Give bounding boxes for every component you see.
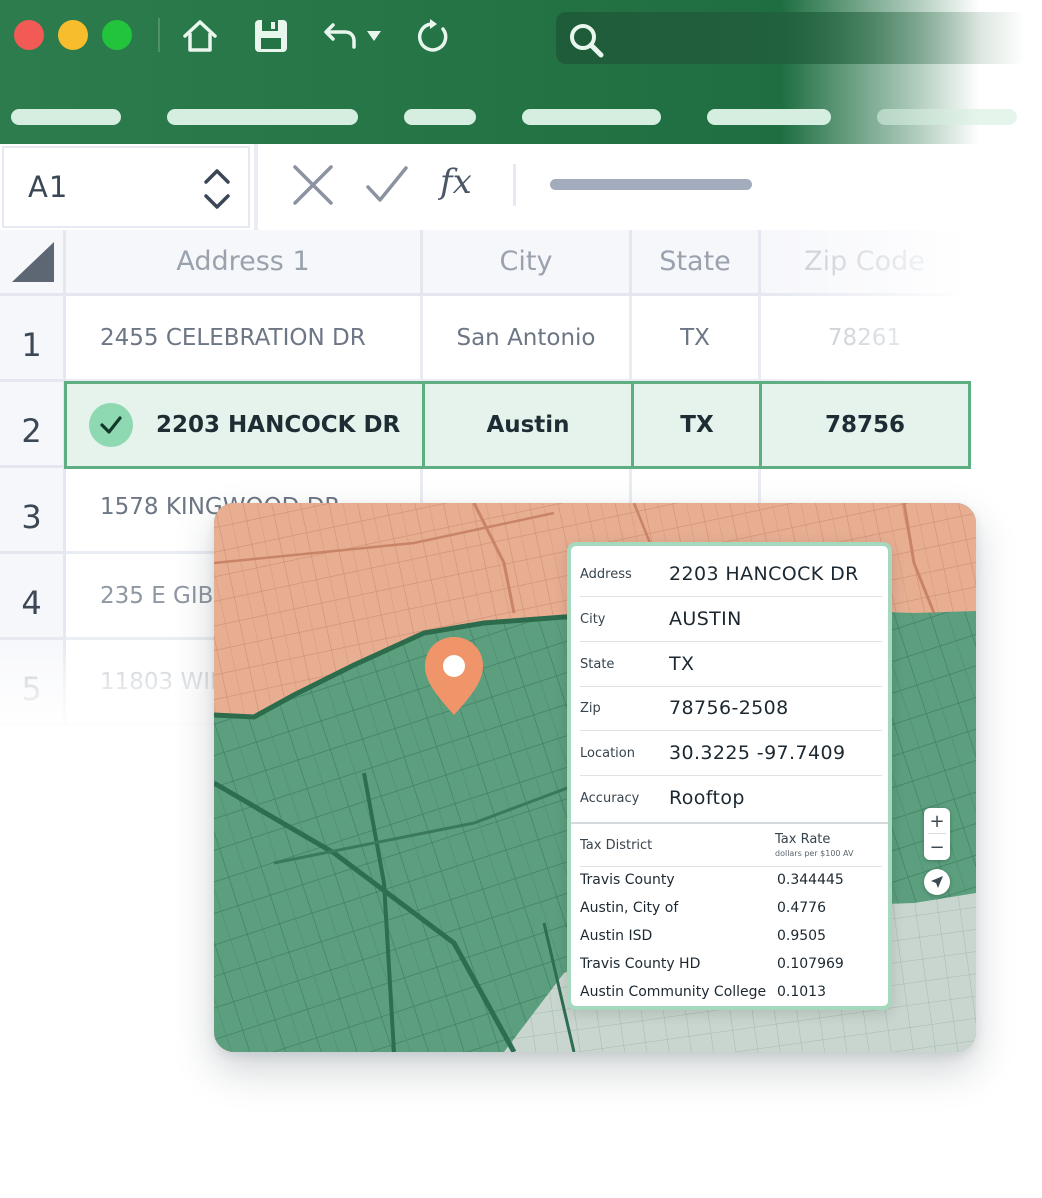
column-header-address[interactable]: Address 1 [66, 230, 423, 296]
search-box[interactable] [556, 12, 1026, 64]
table-cell[interactable]: 2203 HANCOCK DR [156, 384, 416, 466]
info-label: City [580, 611, 606, 627]
home-icon[interactable] [180, 14, 220, 58]
tax-district: Travis County [580, 872, 675, 888]
tax-row: Austin, City of 0.4776 [580, 894, 882, 922]
info-row-address: Address 2203 HANCOCK DR [580, 552, 882, 597]
info-label: Accuracy [580, 790, 640, 806]
formula-bar-divider [513, 164, 516, 206]
refresh-icon[interactable] [412, 14, 454, 58]
tax-table-header: Tax District Tax Rate dollars per $100 A… [580, 828, 882, 867]
tax-rate: 0.9505 [777, 928, 826, 944]
table-cell[interactable]: Austin [425, 384, 631, 466]
info-label: Zip [580, 700, 601, 716]
info-value: 30.3225 -97.7409 [669, 742, 846, 764]
row-header[interactable]: 4 [0, 554, 66, 640]
function-icon[interactable]: fx [440, 162, 472, 202]
info-label: State [580, 656, 615, 672]
info-label: Address [580, 566, 632, 582]
ribbon-tab[interactable] [404, 109, 476, 125]
tax-rate: 0.4776 [777, 900, 826, 916]
tax-district-header: Tax District [580, 838, 653, 853]
tax-rate: 0.107969 [777, 956, 844, 972]
tax-district: Austin, City of [580, 900, 679, 916]
selected-row[interactable]: 2203 HANCOCK DR Austin TX 78756 [64, 381, 971, 469]
row-header[interactable]: 1 [0, 296, 66, 382]
column-header-city[interactable]: City [423, 230, 632, 296]
tax-district: Austin Community College [580, 984, 767, 1000]
info-value: 2203 HANCOCK DR [669, 563, 859, 585]
tax-row: Austin Community College 0.1013 [580, 978, 882, 1006]
formula-bar-divider [254, 144, 258, 230]
up-down-chevron-icon[interactable] [200, 162, 234, 216]
zoom-control: + − [924, 808, 950, 860]
row-header[interactable]: 2 [0, 382, 66, 468]
name-box[interactable]: A1 [2, 146, 250, 228]
cell-reference: A1 [28, 170, 69, 204]
check-icon [89, 403, 133, 447]
row-header[interactable]: 5 [0, 640, 66, 726]
info-row-city: City AUSTIN [580, 597, 882, 642]
search-icon [570, 24, 604, 58]
tax-district: Travis County HD [580, 956, 701, 972]
ribbon-tab[interactable] [167, 109, 358, 125]
tax-rate-unit: dollars per $100 AV [775, 849, 854, 858]
cancel-icon[interactable] [290, 162, 336, 208]
window-close-button[interactable] [14, 20, 44, 50]
info-value: AUSTIN [669, 608, 742, 630]
table-cell[interactable]: TX [632, 296, 761, 382]
chevron-down-icon[interactable] [364, 14, 384, 58]
tax-rate: 0.1013 [777, 984, 826, 1000]
tax-district: Austin ISD [580, 928, 653, 944]
info-value: 78756-2508 [669, 697, 789, 719]
select-all-corner[interactable] [0, 230, 66, 296]
info-label: Location [580, 745, 635, 761]
formula-bar: A1 fx [0, 144, 1042, 230]
tax-row: Travis County HD 0.107969 [580, 950, 882, 978]
tax-rate-header: Tax Rate [775, 832, 831, 847]
column-header-state[interactable]: State [632, 230, 761, 296]
info-row-location: Location 30.3225 -97.7409 [580, 731, 882, 776]
info-value: TX [669, 653, 695, 675]
confirm-check-icon[interactable] [364, 162, 410, 208]
table-cell[interactable]: 78261 [761, 296, 971, 382]
formula-input[interactable] [550, 179, 752, 190]
navigation-arrow-icon [931, 876, 943, 888]
ribbon-tab[interactable] [522, 109, 661, 125]
tax-row: Travis County 0.344445 [580, 866, 882, 894]
panel-divider [571, 822, 888, 824]
info-value: Rooftop [669, 787, 745, 809]
ribbon-tab[interactable] [707, 109, 831, 125]
address-info-panel: Address 2203 HANCOCK DR City AUSTIN Stat… [567, 542, 892, 1010]
ribbon-tab[interactable] [877, 109, 1017, 125]
column-header-zip[interactable]: Zip Code [761, 230, 971, 296]
zoom-out-button[interactable]: − [924, 834, 950, 860]
window-zoom-button[interactable] [102, 20, 132, 50]
info-row-accuracy: Accuracy Rooftop [580, 776, 882, 820]
save-icon[interactable] [251, 14, 291, 58]
table-cell[interactable]: San Antonio [423, 296, 632, 382]
info-row-zip: Zip 78756-2508 [580, 686, 882, 731]
tax-row: Austin ISD 0.9505 [580, 922, 882, 950]
info-row-state: State TX [580, 642, 882, 687]
table-cell[interactable]: TX [634, 384, 760, 466]
table-cell[interactable]: 78756 [762, 384, 968, 466]
locate-me-button[interactable] [924, 869, 950, 895]
zoom-in-button[interactable]: + [924, 808, 950, 834]
toolbar-divider [158, 18, 160, 52]
row-header[interactable]: 3 [0, 468, 66, 554]
ribbon-tab[interactable] [11, 109, 121, 125]
table-cell[interactable]: 2455 CELEBRATION DR [66, 296, 423, 382]
window-minimize-button[interactable] [58, 20, 88, 50]
tax-rate: 0.344445 [777, 872, 844, 888]
title-bar [0, 0, 1042, 144]
undo-icon[interactable] [320, 14, 360, 58]
